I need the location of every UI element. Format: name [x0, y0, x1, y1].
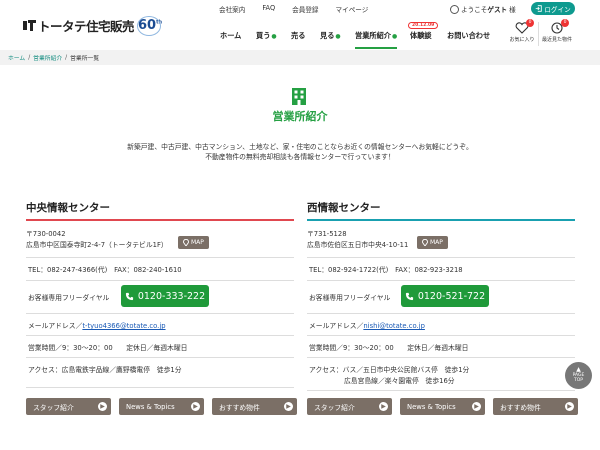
office-email: メールアドレス／nishi@totate.co.jp — [309, 322, 425, 330]
arrow-right-icon: ▶ — [565, 402, 574, 411]
office-accent-line — [307, 219, 575, 221]
arrow-right-icon: ▶ — [472, 402, 481, 411]
link-mypage[interactable]: マイページ — [336, 4, 369, 14]
office-buttons: スタッフ紹介 ▶ News & Topics ▶ おすすめ物件 ▶ — [307, 398, 578, 415]
phone-icon — [405, 292, 413, 300]
anniversary-badge: 60th — [137, 15, 162, 36]
login-button[interactable]: ログイン — [531, 2, 575, 15]
staff-button[interactable]: スタッフ紹介 ▶ — [26, 398, 111, 415]
office-address: 〒730-0042 広島市中区国泰寺町2-4-7（トータテビル1F） — [26, 230, 168, 249]
freedial-label: お客様専用フリーダイヤル — [309, 294, 391, 302]
breadcrumb-offices[interactable]: 営業所紹介 — [33, 53, 62, 62]
breadcrumb-home[interactable]: ホーム — [8, 53, 25, 62]
office-card-west: 西情報センター 〒731-5128 広島市佐伯区五日市中央4-10-11 MAP… — [307, 200, 578, 415]
map-button[interactable]: MAP — [417, 236, 448, 249]
freedial-button[interactable]: 0120-333-222 — [121, 285, 209, 307]
staff-button[interactable]: スタッフ紹介 ▶ — [307, 398, 392, 415]
phone-icon — [125, 292, 133, 300]
recommended-button[interactable]: おすすめ物件 ▶ — [212, 398, 297, 415]
office-hours: 営業時間／9：30～20：00 定休日／毎週木曜日 — [28, 344, 188, 352]
nav-contact[interactable]: お問い合わせ — [447, 31, 490, 41]
logo-text: トータテ住宅販売 — [38, 18, 135, 34]
office-card-central: 中央情報センター 〒730-0042 広島市中区国泰寺町2-4-7（トータテビル… — [26, 200, 297, 415]
office-tel: TEL：082-924-1722(代) FAX：082-923-3218 — [309, 266, 463, 274]
office-buttons: スタッフ紹介 ▶ News & Topics ▶ おすすめ物件 ▶ — [26, 398, 297, 415]
dropdown-dot-icon: ● — [335, 33, 341, 40]
site-logo[interactable]: トータテ住宅販売 60th — [22, 15, 162, 36]
welcome-message: ようこそ ゲスト 様 — [450, 4, 516, 14]
page-title: 営業所紹介 — [272, 110, 328, 123]
freedial-label: お客様専用フリーダイヤル — [28, 294, 110, 302]
favorites-count: 0 — [526, 19, 534, 27]
welcome-user: ゲスト — [487, 6, 508, 14]
building-icon — [292, 88, 306, 105]
dropdown-dot-icon: ● — [391, 33, 398, 40]
nav-view[interactable]: 見る● — [320, 31, 341, 41]
utility-nav: 会社案内 FAQ 会員登録 マイページ — [219, 4, 385, 14]
arrow-right-icon: ▶ — [379, 402, 388, 411]
page-top-button[interactable]: ▲ PAGE TOP — [565, 362, 592, 389]
breadcrumb: ホーム / 営業所紹介 / 営業所一覧 — [0, 50, 600, 65]
link-company[interactable]: 会社案内 — [219, 4, 245, 14]
office-tel: TEL：082-247-4366(代) FAX：082-240-1610 — [28, 266, 182, 274]
link-faq[interactable]: FAQ — [262, 4, 275, 14]
office-accent-line — [26, 219, 294, 221]
office-hours: 営業時間／9：30～20：00 定休日／毎週木曜日 — [309, 344, 469, 352]
office-name: 西情報センター — [307, 202, 381, 214]
breadcrumb-current: 営業所一覧 — [70, 56, 100, 62]
email-link[interactable]: t-tyuo4366@totate.co.jp — [82, 322, 165, 330]
recommended-button[interactable]: おすすめ物件 ▶ — [493, 398, 578, 415]
office-access: アクセス：バス／五日市中央公民館バス停 徒歩1分 — [309, 366, 470, 374]
nav-testimonials[interactable]: 20.12.09 体験談 — [408, 22, 439, 41]
nav-offices[interactable]: 営業所紹介● — [355, 31, 398, 49]
recent-button[interactable]: 0 最近見た物件 — [535, 19, 579, 43]
new-badge: 20.12.09 — [408, 22, 439, 29]
map-pin-icon — [422, 239, 428, 246]
office-access-2: 広島宮島線／楽々園電停 徒歩16分 — [344, 377, 455, 385]
news-button[interactable]: News & Topics ▶ — [119, 398, 204, 415]
map-pin-icon — [183, 239, 189, 246]
user-icon — [450, 4, 459, 14]
map-button[interactable]: MAP — [178, 236, 209, 249]
email-link[interactable]: nishi@totate.co.jp — [363, 322, 425, 330]
arrow-right-icon: ▶ — [98, 402, 107, 411]
freedial-button[interactable]: 0120-521-722 — [401, 285, 489, 307]
office-email: メールアドレス／t-tyuo4366@totate.co.jp — [28, 322, 166, 330]
dropdown-dot-icon: ● — [271, 33, 277, 40]
link-register[interactable]: 会員登録 — [292, 4, 318, 14]
news-button[interactable]: News & Topics ▶ — [400, 398, 485, 415]
arrow-right-icon: ▶ — [284, 402, 293, 411]
page-lead: 新築戸建、中古戸建、中古マンション、土地など、家・住宅のことならお近くの情報セン… — [127, 143, 473, 161]
office-access: アクセス：広島電鉄宇品線／鷹野橋電停 徒歩1分 — [28, 366, 182, 374]
nav-home[interactable]: ホーム — [220, 31, 241, 41]
login-icon — [536, 5, 543, 12]
nav-sell[interactable]: 売る — [291, 31, 305, 41]
recent-count: 0 — [561, 19, 569, 27]
site-header: トータテ住宅販売 60th 会社案内 FAQ 会員登録 マイページ ようこそ ゲ… — [0, 0, 600, 50]
office-name: 中央情報センター — [26, 202, 110, 214]
nav-buy[interactable]: 買う● — [256, 31, 277, 41]
logo-mark-icon — [22, 18, 36, 32]
arrow-right-icon: ▶ — [191, 402, 200, 411]
